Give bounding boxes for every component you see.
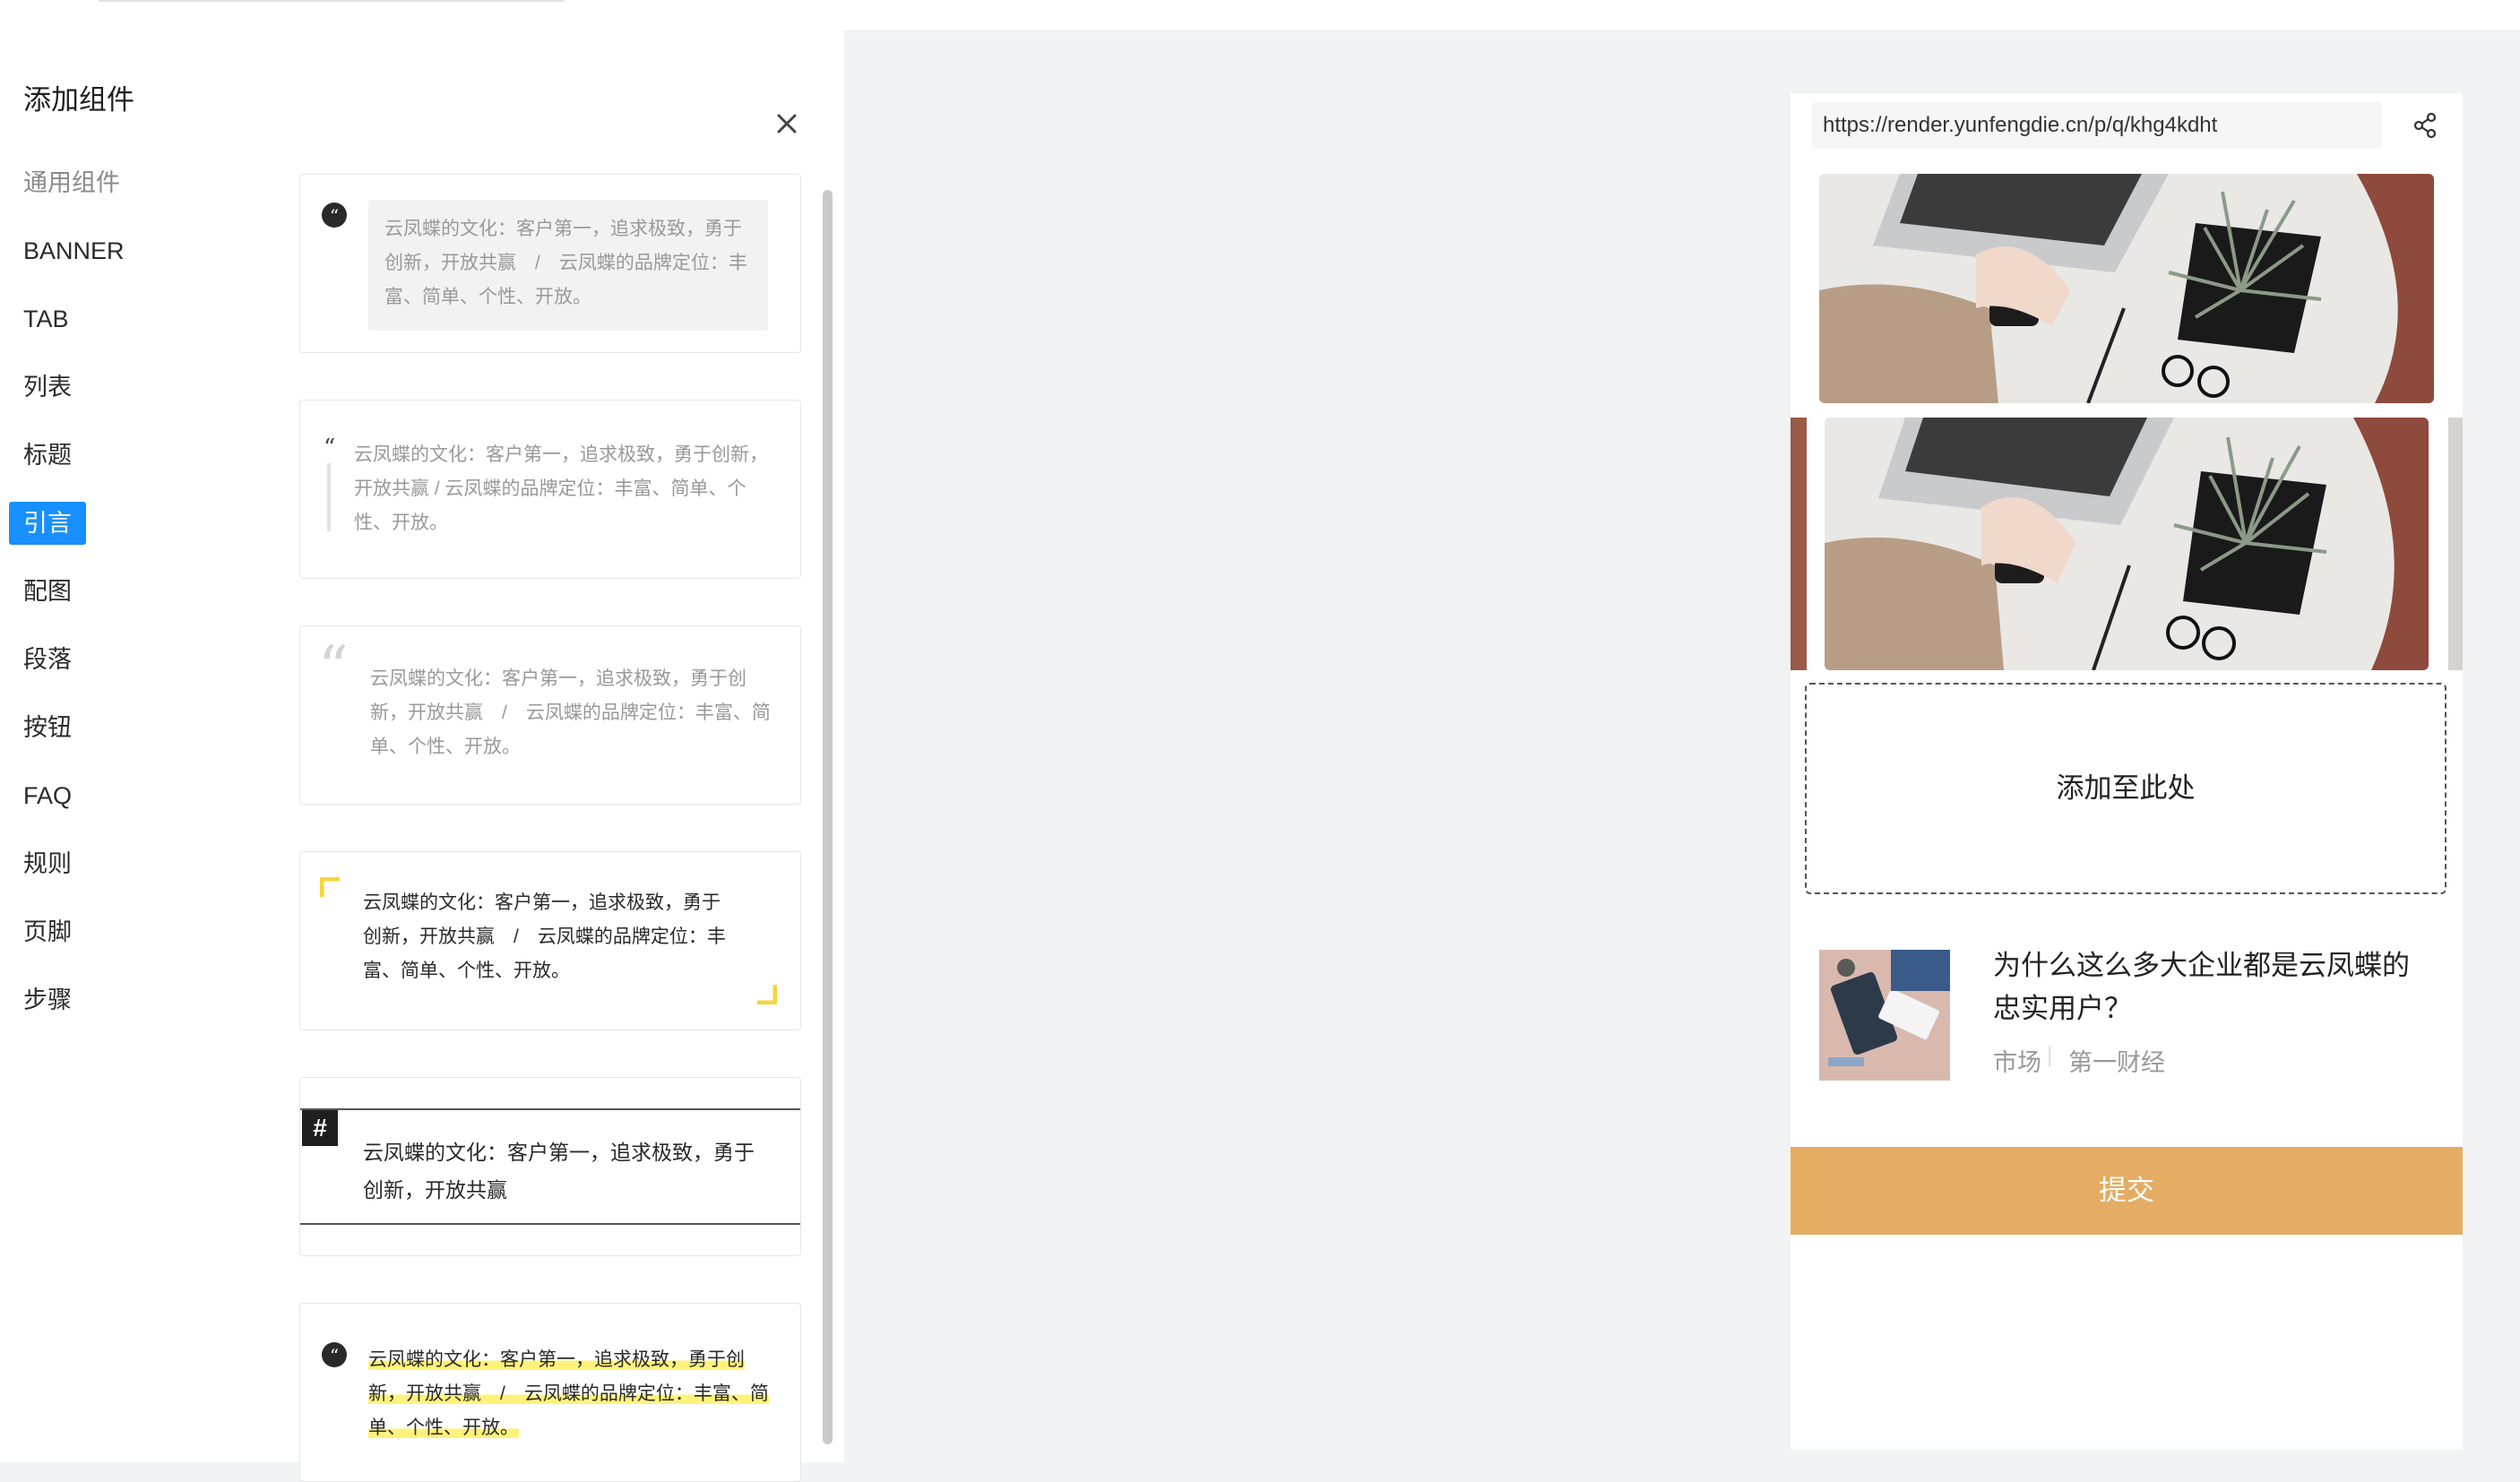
quote-line: 云凤蝶的文化：客户第一，追求极致，勇于: [384, 219, 742, 239]
quote-icon: “: [318, 633, 349, 702]
news-separator: |: [2047, 1043, 2053, 1067]
quote-bar: [327, 463, 331, 531]
news-item[interactable]: 为什么这么多大企业都是云凤蝶的 忠实用户？ 市场 | 第一财经: [1791, 912, 2463, 1145]
corner-bracket-icon: [757, 985, 777, 1004]
hash-icon: #: [302, 1110, 338, 1146]
highlight-text: 单、个性、开放。: [368, 1417, 519, 1438]
quote-line: 性、开放。: [354, 513, 448, 533]
quote-line: 创新，开放共赢 / 云凤蝶的品牌定位：丰: [384, 253, 747, 273]
news-tag: 市场: [1993, 1049, 2041, 1076]
category-rules[interactable]: 规则: [9, 842, 86, 885]
quote-style-6-card[interactable]: “ 云凤蝶的文化：客户第一，追求极致，勇于创 新，开放共赢 / 云凤蝶的品牌定位…: [299, 1303, 801, 1482]
category-button[interactable]: 按钮: [9, 706, 86, 749]
quote-line: 创新，开放共赢 / 云凤蝶的品牌定位：丰: [363, 926, 726, 947]
category-quote[interactable]: 引言: [9, 502, 86, 545]
category-footer[interactable]: 页脚: [9, 910, 86, 953]
quote-line: 云凤蝶的文化：客户第一，追求极致，勇于: [363, 892, 721, 913]
quote-style-5-card[interactable]: # 云凤蝶的文化：客户第一，追求极致，勇于 创新，开放共赢: [299, 1077, 801, 1256]
category-steps[interactable]: 步骤: [9, 978, 86, 1021]
panel-scrollbar[interactable]: [823, 190, 833, 1444]
panel-title: 添加组件: [23, 84, 134, 116]
news-title-line: 为什么这么多大企业都是云凤蝶的: [1993, 950, 2410, 981]
url-bar[interactable]: https://render.yunfengdie.cn/p/q/khg4kdh…: [1812, 102, 2382, 149]
category-heading[interactable]: 标题: [9, 434, 86, 477]
category-image[interactable]: 配图: [9, 570, 86, 613]
desk-photo: [1825, 418, 2429, 670]
category-faq[interactable]: FAQ: [9, 774, 86, 817]
drop-zone[interactable]: 添加至此处: [1805, 683, 2447, 894]
highlight-text: 云凤蝶的文化：客户第一，追求极致，勇于创: [368, 1349, 745, 1370]
quote-style-4-card[interactable]: 云凤蝶的文化：客户第一，追求极致，勇于 创新，开放共赢 / 云凤蝶的品牌定位：丰…: [299, 851, 801, 1030]
carousel-next-slide[interactable]: [2448, 418, 2463, 670]
page-preview: https://render.yunfengdie.cn/p/q/khg4kdh…: [1791, 93, 2463, 1450]
news-title-line: 忠实用户？: [1993, 993, 2132, 1024]
quote-line: 云凤蝶的文化：客户第一，追求极致，勇于创新，: [354, 444, 768, 465]
svg-text:“: “: [330, 1345, 339, 1366]
quote-line: 单、个性、开放。: [370, 737, 521, 757]
quote-line: 开放共赢 / 云凤蝶的品牌定位：丰富、简单、个: [354, 478, 747, 499]
quote-line: 新，开放共赢 / 云凤蝶的品牌定位：丰富、简: [368, 1377, 769, 1411]
carousel-image[interactable]: [1825, 418, 2429, 670]
quote-line: 创新，开放共赢: [363, 1178, 507, 1202]
quote-line: 新，开放共赢 / 云凤蝶的品牌定位：丰富、简: [370, 702, 771, 723]
top-bar-divider: [99, 0, 565, 2]
quote-box: 云凤蝶的文化：客户第一，追求极致，勇于 创新，开放共赢 / 云凤蝶的品牌定位：丰…: [368, 200, 768, 331]
highlight-text: 新，开放共赢 / 云凤蝶的品牌定位：丰富、简: [368, 1383, 769, 1404]
desk-photo: [1819, 174, 2434, 403]
svg-text:“: “: [330, 205, 339, 227]
quote-style-2-card[interactable]: “ 云凤蝶的文化：客户第一，追求极致，勇于创新， 开放共赢 / 云凤蝶的品牌定位…: [299, 400, 801, 579]
quote-icon: “: [322, 202, 347, 228]
quote-icon: “: [324, 435, 336, 461]
category-list[interactable]: 列表: [9, 366, 86, 409]
quote-line: 单、个性、开放。: [368, 1411, 519, 1445]
quote-style-3-card[interactable]: “ 云凤蝶的文化：客户第一，追求极致，勇于创 新，开放共赢 / 云凤蝶的品牌定位…: [299, 625, 801, 805]
news-thumbnail: [1819, 950, 1950, 1081]
carousel-prev-slide[interactable]: [1791, 418, 1807, 670]
quote-icon: “: [322, 1342, 347, 1367]
category-tab[interactable]: TAB: [9, 297, 83, 340]
quote-line: 富、简单、个性、开放。: [363, 961, 570, 981]
quote-style-1-card[interactable]: “ 云凤蝶的文化：客户第一，追求极致，勇于 创新，开放共赢 / 云凤蝶的品牌定位…: [299, 174, 801, 353]
quote-top-rule: [300, 1108, 800, 1110]
quote-line: 云凤蝶的文化：客户第一，追求极致，勇于创: [368, 1343, 745, 1377]
add-component-panel: 添加组件 通用组件 BANNER TAB 列表 标题 引言 配图 段落 按钮 F…: [0, 30, 844, 1482]
quote-bottom-rule: [300, 1223, 800, 1225]
banner-image[interactable]: [1819, 174, 2434, 403]
category-paragraph[interactable]: 段落: [9, 638, 86, 681]
news-source: 第一财经: [2068, 1049, 2165, 1076]
share-icon[interactable]: [2409, 109, 2441, 142]
quote-line: 云凤蝶的文化：客户第一，追求极致，勇于创: [370, 668, 747, 689]
category-banner[interactable]: BANNER: [9, 229, 139, 272]
top-bar: [0, 0, 2520, 31]
submit-button[interactable]: 提交: [1791, 1147, 2463, 1235]
category-general[interactable]: 通用组件: [9, 161, 134, 204]
quote-line: 富、简单、个性、开放。: [384, 287, 591, 307]
corner-bracket-icon: [320, 877, 340, 897]
close-icon[interactable]: [769, 106, 805, 142]
workspace-thumbnail: [1819, 950, 1950, 1081]
quote-line: 云凤蝶的文化：客户第一，追求极致，勇于: [363, 1141, 755, 1164]
